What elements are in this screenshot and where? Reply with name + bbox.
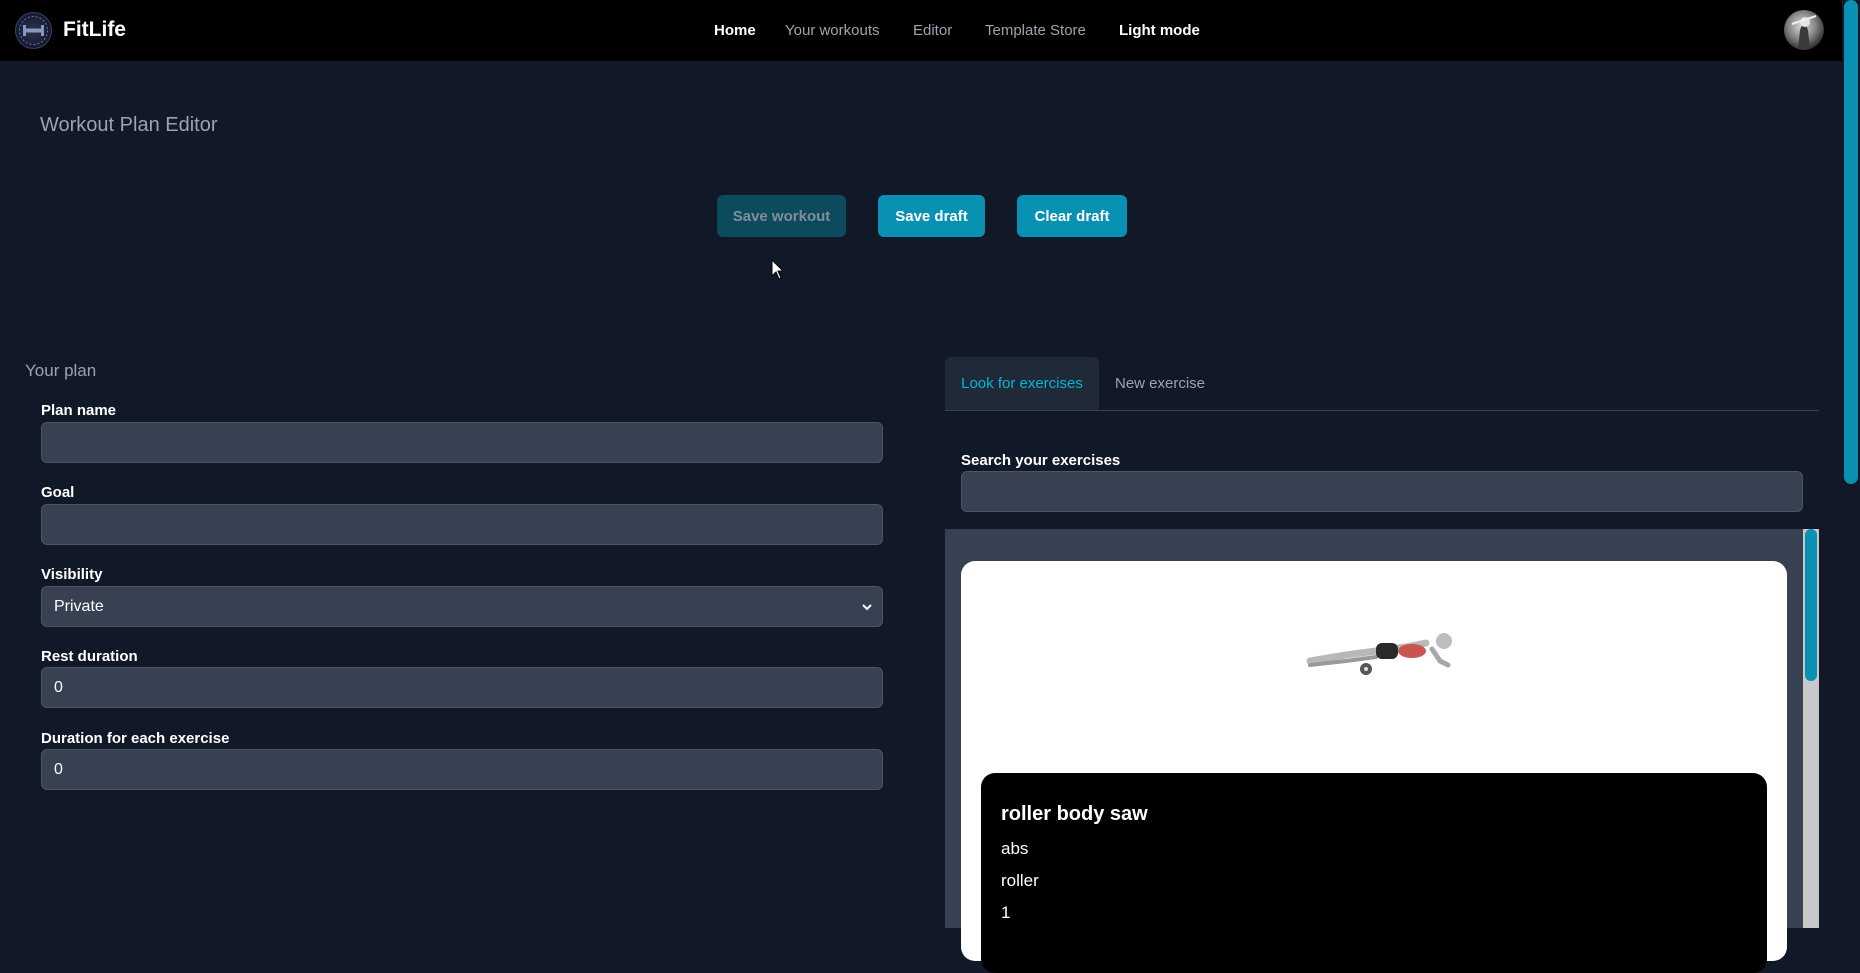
nav-home[interactable]: Home <box>714 22 756 39</box>
exercise-duration-label: Duration for each exercise <box>41 730 230 747</box>
chevron-down-icon <box>862 604 872 611</box>
search-exercises-input[interactable] <box>961 471 1803 512</box>
visibility-selected-value: Private <box>54 597 104 615</box>
goal-input[interactable] <box>41 504 883 545</box>
plan-name-label: Plan name <box>41 402 117 419</box>
page-title: Workout Plan Editor <box>40 114 218 136</box>
search-exercises-label: Search your exercises <box>961 452 1121 469</box>
rest-duration-label: Rest duration <box>41 648 138 665</box>
mouse-cursor-icon <box>771 259 785 280</box>
nav-editor[interactable]: Editor <box>913 22 952 39</box>
rest-duration-input[interactable]: 0 <box>41 667 883 708</box>
brand-name[interactable]: FitLife <box>63 18 126 42</box>
clear-draft-button[interactable]: Clear draft <box>1017 195 1127 237</box>
logo-icon[interactable] <box>15 12 52 49</box>
your-plan-heading: Your plan <box>25 361 97 380</box>
tab-divider <box>945 410 1819 411</box>
visibility-label: Visibility <box>41 566 103 583</box>
tab-look-for-exercises[interactable]: Look for exercises <box>945 357 1099 410</box>
exercise-duration-input[interactable]: 0 <box>41 749 883 790</box>
tab-new-exercise[interactable]: New exercise <box>1099 357 1221 410</box>
exercise-target: abs <box>1001 839 1029 858</box>
avatar[interactable] <box>1784 10 1824 50</box>
goal-label: Goal <box>41 484 75 501</box>
exercise-illustration <box>1306 633 1452 675</box>
exercise-count: 1 <box>1001 903 1011 922</box>
nav-your-workouts[interactable]: Your workouts <box>785 22 880 39</box>
exercise-name: roller body saw <box>1001 803 1148 825</box>
page-scrollbar-thumb[interactable] <box>1844 0 1858 484</box>
save-draft-button[interactable]: Save draft <box>878 195 985 237</box>
results-scrollbar-thumb[interactable] <box>1805 529 1817 681</box>
nav-light-mode[interactable]: Light mode <box>1119 22 1200 39</box>
plan-name-input[interactable] <box>41 422 883 463</box>
visibility-select[interactable]: Private <box>41 586 883 627</box>
exercise-equipment: roller <box>1001 871 1039 890</box>
save-workout-button[interactable]: Save workout <box>717 195 846 237</box>
nav-template-store[interactable]: Template Store <box>985 22 1086 39</box>
